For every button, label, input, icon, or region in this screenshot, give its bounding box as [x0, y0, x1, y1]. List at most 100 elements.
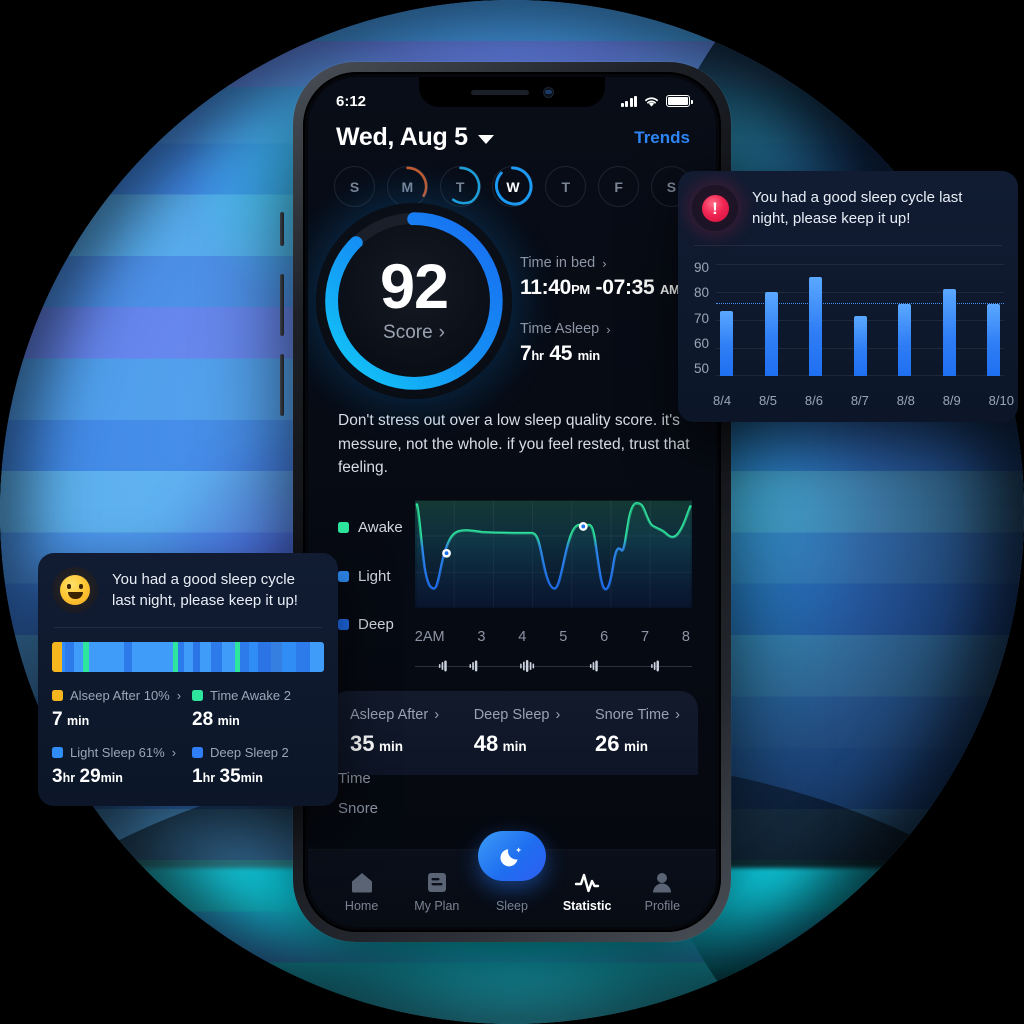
chevron-right-icon: › [602, 255, 607, 271]
stat-snore-time[interactable]: Snore Time › 26 min [595, 707, 680, 757]
metric-label-text: Time Asleep [520, 321, 600, 337]
strip-segment [270, 642, 282, 672]
hypnogram-chart[interactable] [414, 498, 692, 618]
chevron-right-icon: › [176, 688, 182, 703]
cellular-signal-icon [620, 95, 637, 107]
x-tick: 8/9 [942, 393, 961, 408]
battery-icon [666, 95, 693, 107]
bar-chart-y-axis: 90 80 70 60 50 [690, 260, 716, 376]
y-tick: 50 [693, 361, 709, 376]
metric-label: Time in bed › [520, 255, 680, 271]
stat-asleep-after[interactable]: Asleep After › 35 min [350, 707, 439, 757]
score-ring-inner: 92 Score › [338, 225, 490, 377]
phone-notch [419, 77, 605, 107]
chevron-right-icon: › [555, 706, 561, 723]
sleep-score-ring[interactable]: 92 Score › [316, 203, 512, 399]
weekday-mon[interactable]: M [386, 166, 428, 207]
phone-mute-switch[interactable] [280, 212, 284, 246]
tab-statistic[interactable]: Statistic [556, 870, 618, 913]
tab-label: Statistic [562, 899, 612, 913]
metric-value-part: -07:35 [589, 276, 660, 299]
metric-unit-2: min [100, 771, 123, 785]
bar-8/4[interactable] [720, 310, 733, 376]
metric-value: 7 min [52, 709, 184, 731]
bar-chart-x-axis: 8/4 8/5 8/6 8/7 8/8 8/9 8/10 [678, 386, 1018, 408]
metric-time-asleep[interactable]: Time Asleep › 7hr 45 min [520, 321, 680, 366]
status-bar-indicators [620, 95, 693, 108]
metric-light-sleep[interactable]: Light Sleep 61% › 3hr 29min [52, 745, 184, 788]
metric-number-2: 29 [79, 766, 101, 787]
tab-profile[interactable]: Profile [631, 870, 693, 913]
metric-value: 28 min [192, 709, 324, 731]
stat-unit: min [502, 738, 527, 754]
weekday-label: T [561, 178, 571, 195]
trend-notification-card[interactable]: ! You had a good sleep cycle last night,… [678, 171, 1018, 422]
strip-segment [74, 642, 84, 672]
weekday-tue[interactable]: T [439, 166, 481, 207]
metric-swatch [192, 747, 203, 758]
metric-time-in-bed[interactable]: Time in bed › 11:40PM -07:35 AM [520, 255, 680, 300]
alert-badge: ! [701, 194, 729, 222]
bar-8/8[interactable] [898, 304, 911, 376]
weekday-thu[interactable]: T [545, 166, 587, 207]
metric-label: Time Awake 2 [192, 688, 324, 703]
tab-label: Profile [644, 899, 681, 913]
hypnogram-legend: Awake Light Deep [338, 498, 403, 677]
person-icon [653, 873, 672, 893]
metric-swatch [192, 690, 203, 701]
stat-label-text: Snore Time [595, 706, 670, 723]
sleep-fab-button[interactable] [478, 831, 546, 881]
bar-8/6[interactable] [809, 276, 822, 376]
date-selector[interactable]: Wed, Aug 5 [336, 123, 494, 152]
metric-number-2: 35 [219, 766, 241, 787]
bar-8/7[interactable] [853, 316, 867, 376]
stat-number: 26 [595, 730, 620, 756]
tab-label: Sleep [495, 899, 528, 913]
weekday-wed[interactable]: W [492, 166, 534, 207]
sleep-card-message: You had a good sleep cycle last night, p… [112, 571, 298, 609]
phone-mockup: 6:12 Wed, Aug 5 Trends S M T W T F S 92 … [280, 62, 744, 942]
metric-number: 28 [192, 709, 214, 730]
trends-link[interactable]: Trends [634, 128, 690, 148]
time-tick: 6 [600, 628, 609, 645]
bar-8/5[interactable] [764, 291, 778, 376]
weekday-sun[interactable]: S [334, 166, 375, 207]
x-tick: 8/7 [850, 393, 869, 408]
stat-deep-sleep[interactable]: Deep Sleep › 48 min [474, 707, 561, 757]
metric-deep-sleep[interactable]: Deep Sleep 2 1hr 35min [192, 745, 324, 788]
strip-segment [88, 642, 125, 672]
metric-label-text: Deep Sleep 2 [210, 745, 289, 760]
bar-8/10[interactable] [987, 304, 1000, 376]
time-tick-labels: 2AM 3 4 5 6 7 8 [415, 629, 692, 645]
strip-segment [52, 642, 62, 672]
phone-volume-down-button[interactable] [280, 354, 284, 416]
sleep-summary-card[interactable]: You had a good sleep cycle last night, p… [38, 553, 338, 806]
sleep-stage-strip[interactable] [52, 642, 324, 672]
y-tick: 90 [693, 260, 709, 275]
metric-asleep-after[interactable]: Alseep After 10% › 7 min [52, 688, 184, 731]
metric-time-awake[interactable]: Time Awake 2 28 min [192, 688, 324, 731]
chevron-down-icon [477, 135, 494, 144]
legend-label: Awake [358, 519, 403, 537]
moon-icon [499, 846, 521, 866]
screenshot-stage: 6:12 Wed, Aug 5 Trends S M T W T F S 92 … [0, 0, 1024, 1024]
tab-my-plan[interactable]: My Plan [406, 870, 468, 913]
chevron-right-icon: › [171, 745, 177, 760]
weekday-fri[interactable]: F [598, 166, 640, 207]
chevron-right-icon: › [606, 321, 611, 337]
tab-home[interactable]: Home [331, 870, 393, 913]
legend-label: Deep [358, 615, 394, 633]
sleep-score-value: 92 [379, 252, 449, 323]
phone-bezel: 6:12 Wed, Aug 5 Trends S M T W T F S 92 … [303, 72, 721, 932]
tab-label: Home [344, 899, 379, 913]
stat-number: 48 [473, 730, 499, 756]
bar-chart-bars [716, 260, 1004, 376]
x-tick: 8/4 [713, 393, 732, 408]
pulse-icon [574, 873, 600, 893]
y-tick: 80 [693, 285, 709, 301]
weekday-label: F [614, 178, 623, 195]
weekly-score-bar-chart[interactable]: 90 80 70 60 50 [678, 246, 1018, 386]
bar-8/9[interactable] [942, 289, 956, 376]
score-caption-label: Score [383, 321, 433, 343]
phone-volume-up-button[interactable] [280, 274, 284, 336]
